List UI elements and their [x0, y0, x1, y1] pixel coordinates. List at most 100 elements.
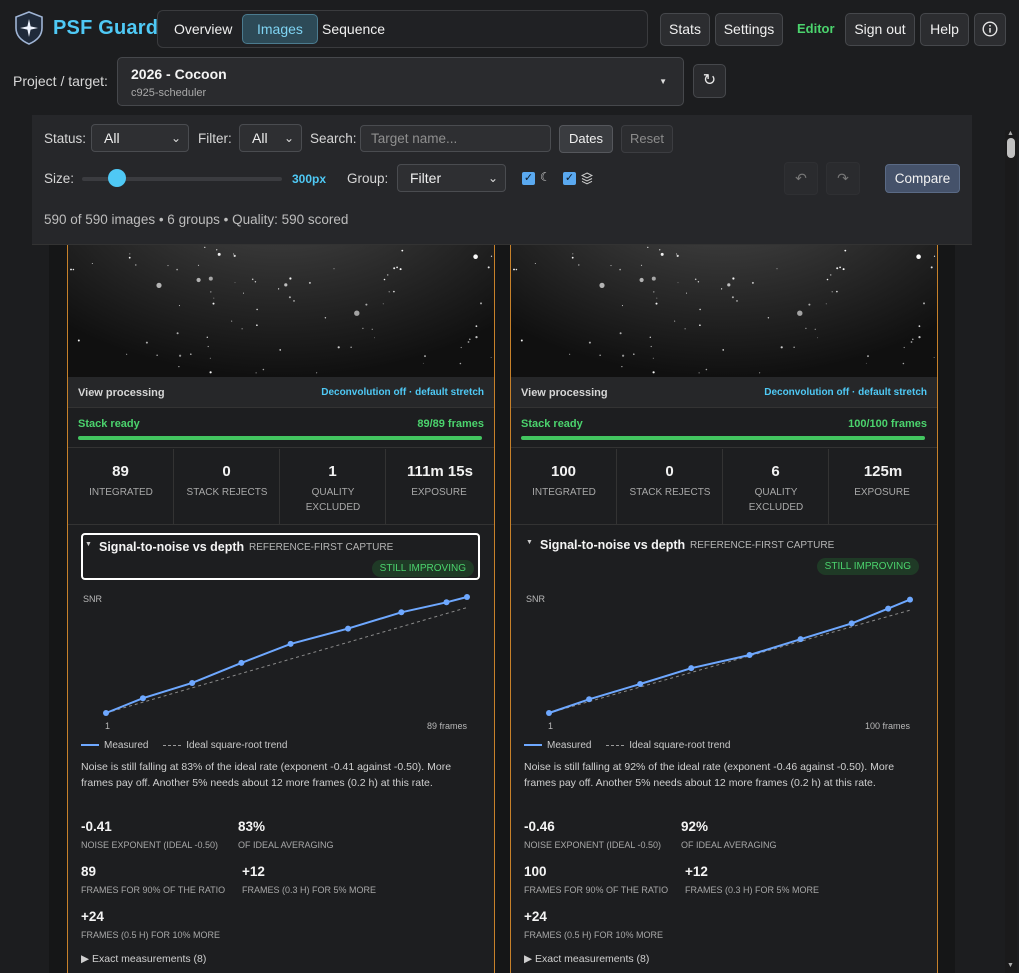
dates-button[interactable]: Dates [559, 125, 613, 153]
star [480, 302, 482, 305]
legend-measured: Measured [104, 740, 149, 751]
group-value: Filter [410, 170, 442, 186]
star [365, 303, 368, 306]
measured-point [345, 625, 352, 632]
page-scrollbar[interactable]: ▲ ▼ [1005, 130, 1017, 973]
star [467, 341, 470, 343]
measured-point [139, 695, 146, 702]
star [72, 268, 75, 271]
star [780, 346, 783, 349]
scrollbar-thumb[interactable] [1007, 138, 1015, 158]
star [333, 268, 335, 270]
star [699, 324, 701, 326]
measured-point [443, 599, 450, 606]
view-processing-row[interactable]: View processing Deconvolution off · defa… [68, 377, 494, 408]
star [836, 267, 839, 270]
star [722, 349, 724, 351]
star [588, 341, 591, 344]
star [705, 368, 708, 371]
redo-icon: ↷ [837, 170, 849, 186]
processing-mode[interactable]: Deconvolution off · default stretch [764, 387, 927, 398]
star [912, 338, 914, 341]
status-select[interactable]: All ⌄ [91, 124, 189, 152]
star [284, 283, 288, 287]
snr-description: Noise is still falling at 83% of the ide… [81, 761, 452, 789]
sign-out-button[interactable]: Sign out [845, 13, 915, 46]
x-tick-start: 1 [548, 721, 553, 731]
search-input[interactable]: Target name... [360, 125, 551, 152]
star [208, 276, 213, 281]
stat-value: 0 [222, 463, 231, 480]
stat-stack-rejects: 0 STACK REJECTS [617, 449, 723, 525]
chevron-down-icon: ⌄ [487, 171, 498, 185]
star [251, 278, 254, 281]
star [610, 265, 612, 267]
measured-point [189, 679, 196, 686]
star [207, 345, 209, 348]
star [176, 268, 178, 271]
snr-section-toggle[interactable]: ▼ Signal-to-noise vs depth REFERENCE-FIR… [524, 533, 923, 580]
refresh-button[interactable]: ↻ [693, 64, 726, 98]
star [316, 372, 318, 374]
settings-button[interactable]: Settings [715, 13, 783, 46]
redo-button[interactable]: ↷ [826, 162, 860, 195]
size-label: Size: [44, 171, 75, 186]
scroll-down-icon[interactable]: ▼ [1007, 962, 1014, 969]
editor-link[interactable]: Editor [797, 21, 835, 36]
filter-select[interactable]: All ⌄ [239, 124, 302, 152]
stat-value: 1 [328, 463, 337, 480]
star [190, 353, 192, 355]
tab-images[interactable]: Images [242, 14, 318, 44]
undo-icon: ↶ [795, 170, 807, 186]
scroll-up-icon[interactable]: ▲ [1007, 130, 1014, 137]
app-brand[interactable]: PSF Guard [53, 17, 158, 40]
processing-mode[interactable]: Deconvolution off · default stretch [321, 387, 484, 398]
measured-point [848, 620, 855, 627]
star [383, 278, 386, 281]
undo-button[interactable]: ↶ [784, 162, 818, 195]
snr-title: Signal-to-noise vs depth [540, 538, 686, 552]
status-badge: STILL IMPROVING [371, 560, 474, 577]
info-button[interactable] [974, 13, 1006, 46]
snr-chart: SNR 1 100 frames [526, 594, 913, 731]
star [694, 278, 697, 281]
star [652, 357, 654, 359]
ideal-trend-line [548, 609, 911, 714]
star [279, 349, 281, 351]
star [808, 303, 811, 306]
compare-button[interactable]: Compare [885, 164, 960, 193]
stat-quality-excluded: 1 QUALITY EXCLUDED [280, 449, 386, 525]
star [793, 346, 795, 348]
help-button[interactable]: Help [920, 13, 969, 46]
size-value: 300px [292, 172, 327, 186]
stack-stats: 89 INTEGRATED 0 STACK REJECTS 1 QUALITY EXC… [68, 449, 494, 525]
star [867, 355, 869, 358]
project-select[interactable]: 2026 - Cocoon c925-scheduler ▼ [117, 57, 684, 106]
measured-point [746, 652, 753, 658]
star [923, 302, 925, 305]
legend-measured: Measured [547, 740, 592, 751]
star [727, 283, 731, 287]
size-slider-handle[interactable] [108, 169, 126, 187]
star [571, 256, 574, 259]
star [231, 320, 233, 322]
exact-measurements-toggle[interactable]: ▶ Exact measurements (8) [81, 953, 206, 965]
tab-overview[interactable]: Overview [160, 14, 246, 44]
snr-section-toggle[interactable]: ▼ Signal-to-noise vs depth REFERENCE-FIR… [81, 533, 480, 580]
star [178, 366, 180, 368]
star [324, 317, 327, 319]
star [732, 277, 735, 280]
measured-point [688, 665, 695, 672]
results-summary: 590 of 590 images • 6 groups • Quality: … [44, 212, 349, 227]
tab-sequence[interactable]: Sequence [308, 14, 399, 44]
measured-point [287, 640, 294, 647]
stack-checkbox[interactable]: ✓ [563, 172, 576, 185]
group-select[interactable]: Filter ⌄ [397, 164, 506, 192]
reset-button[interactable]: Reset [621, 125, 673, 153]
view-processing-row[interactable]: View processing Deconvolution off · defa… [511, 377, 937, 408]
star [204, 246, 206, 248]
night-checkbox[interactable]: ✓ [522, 172, 535, 185]
stats-button[interactable]: Stats [660, 13, 710, 46]
exact-measurements-toggle[interactable]: ▶ Exact measurements (8) [524, 953, 649, 965]
star [213, 297, 215, 299]
